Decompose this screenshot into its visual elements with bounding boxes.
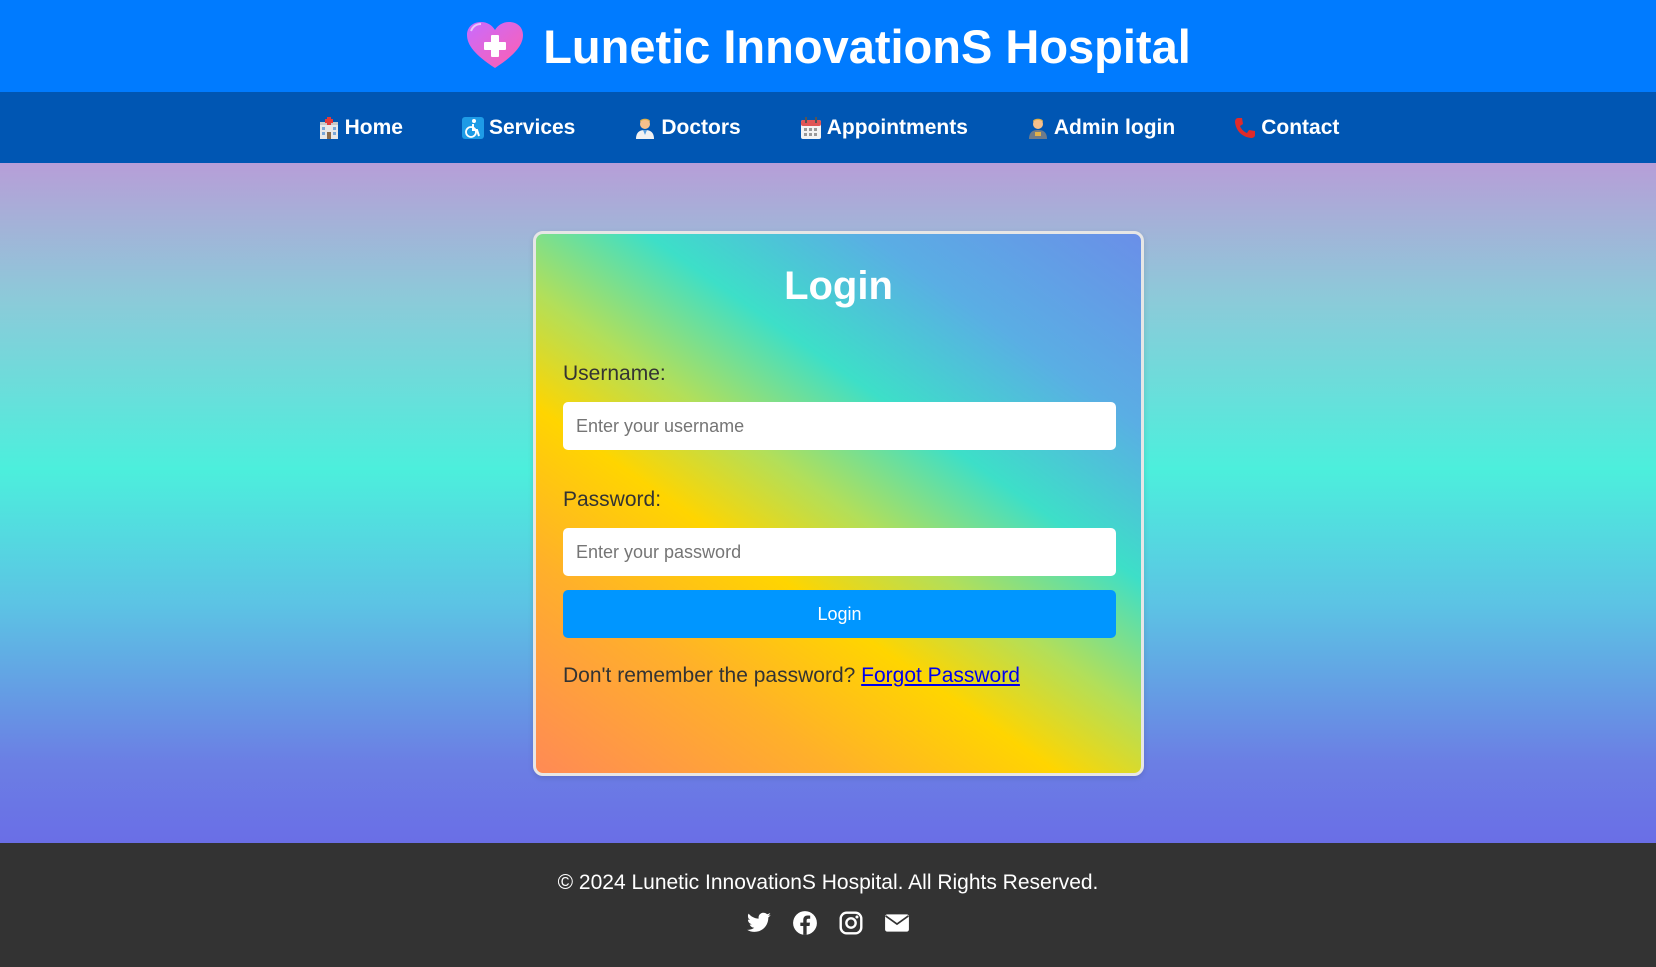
username-input[interactable] [563,402,1116,450]
nav-label-doctors: Doctors [661,115,741,139]
social-links [746,910,910,936]
nav-label-appointments: Appointments [826,115,968,139]
copyright-text: © 2024 Lunetic InnovationS Hospital. All… [557,871,1099,894]
nav-label-contact: Contact [1261,115,1340,139]
main-nav: Home Services Doctors Appointments Admin… [0,92,1656,163]
heart-medical-icon [467,22,524,68]
password-label: Password: [563,488,662,511]
nav-label-services: Services [488,115,576,139]
nav-label-home: Home [344,115,403,139]
facebook-icon[interactable] [792,910,818,936]
site-title: Lunetic InnovationS Hospital [543,19,1191,73]
login-card: Login Username: Password: Login Don't re… [533,231,1144,776]
nav-item-contact[interactable]: Contact [1233,116,1339,140]
calendar-icon [800,116,821,139]
username-label: Username: [563,362,666,385]
login-button[interactable]: Login [563,590,1116,638]
nav-label-admin-login: Admin login [1053,115,1176,139]
site-footer: © 2024 Lunetic InnovationS Hospital. All… [0,843,1656,967]
main-content: Login Username: Password: Login Don't re… [0,163,1656,843]
site-header: Lunetic InnovationS Hospital [0,0,1656,92]
phone-icon [1235,117,1256,138]
nav-item-appointments[interactable]: Appointments [799,116,968,140]
nav-item-services[interactable]: Services [461,116,575,140]
instagram-icon[interactable] [838,910,864,936]
hospital-icon [319,116,338,139]
services-icon [461,116,484,139]
email-icon[interactable] [884,910,910,936]
twitter-icon[interactable] [746,910,772,936]
forgot-password-link[interactable]: Forgot Password [861,664,1020,687]
nav-item-doctors[interactable]: Doctors [633,115,741,140]
nav-item-home[interactable]: Home [317,116,403,140]
admin-icon [1028,118,1047,139]
forgot-prompt: Don't remember the password? [563,664,856,687]
forgot-password-row: Don't remember the password? Forgot Pass… [563,664,1020,688]
nav-item-admin-login[interactable]: Admin login [1026,116,1175,140]
login-title: Login [784,264,893,308]
doctor-icon [636,118,655,139]
password-input[interactable] [563,528,1116,576]
